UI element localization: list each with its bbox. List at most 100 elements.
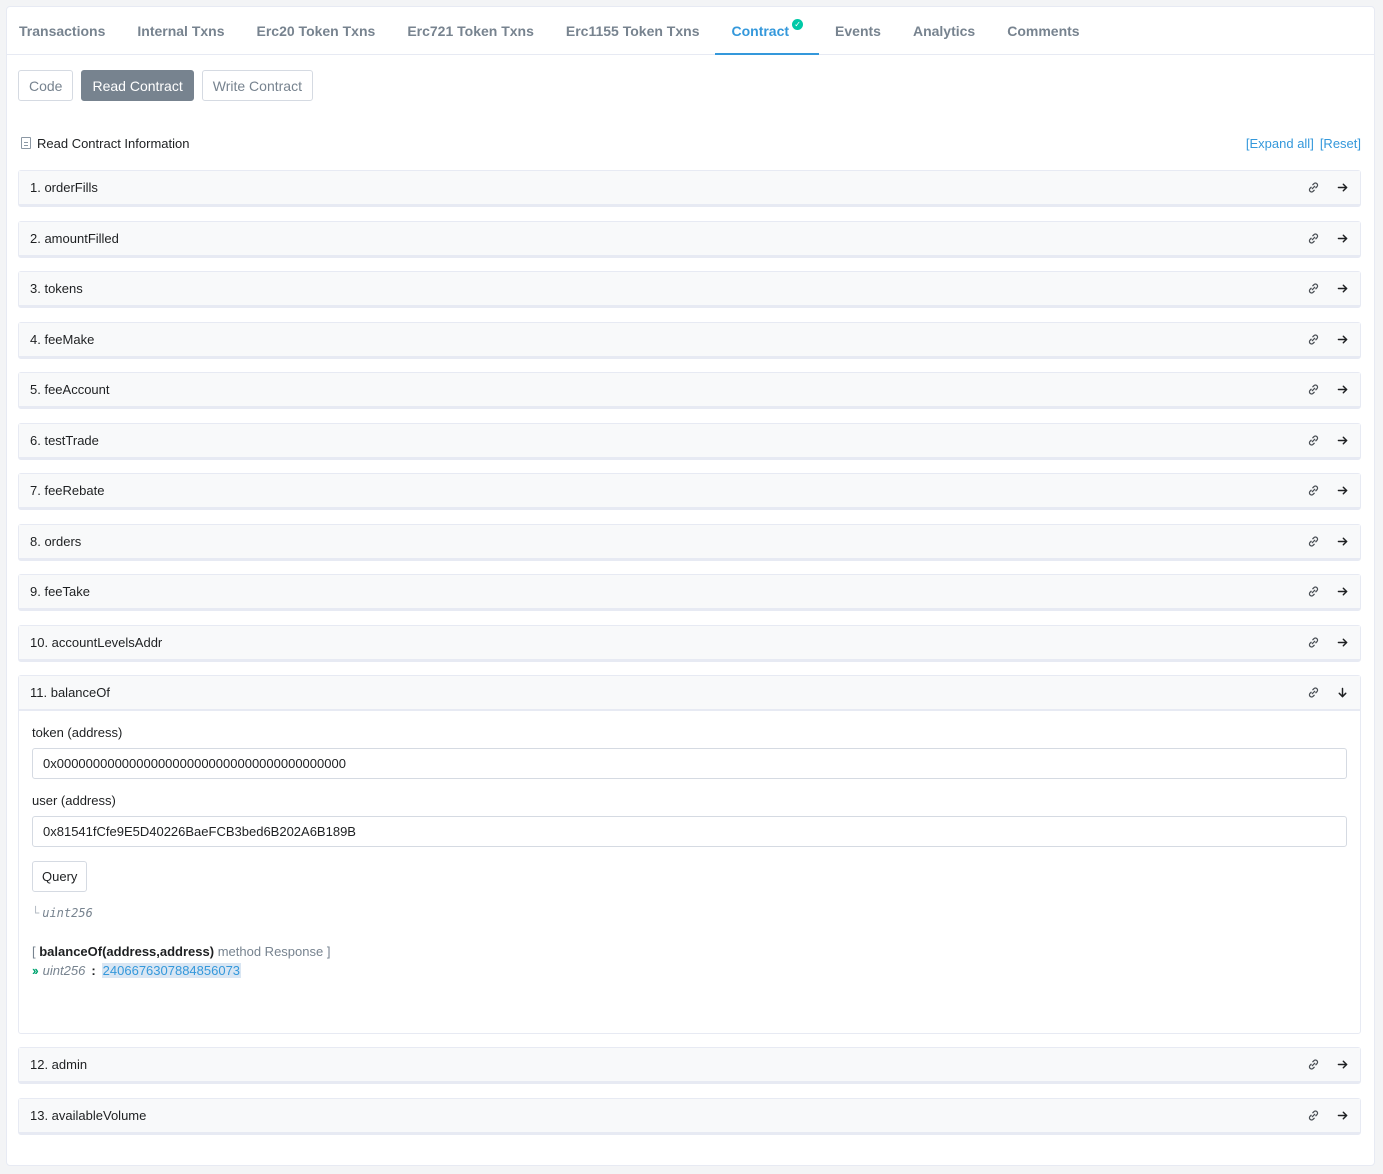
method-header[interactable]: 6. testTrade: [19, 424, 1360, 459]
method-icons: [1307, 232, 1349, 245]
arrow-right-icon[interactable]: [1336, 535, 1349, 548]
tab-transactions[interactable]: Transactions: [7, 7, 121, 54]
arrow-right-icon[interactable]: [1336, 181, 1349, 194]
method-label: 8. orders: [30, 534, 82, 549]
method-item-10: 10. accountLevelsAddr: [18, 625, 1361, 662]
method-icons: [1307, 535, 1349, 548]
tab-erc721-token-txns[interactable]: Erc721 Token Txns: [391, 7, 550, 54]
user-address-label: user (address): [32, 793, 116, 808]
method-icons: [1307, 585, 1349, 598]
method-header[interactable]: 2. amountFilled: [19, 222, 1360, 257]
arrow-right-icon[interactable]: [1336, 333, 1349, 346]
link-icon[interactable]: [1307, 686, 1320, 699]
arrow-right-icon[interactable]: [1336, 1109, 1349, 1122]
method-icons: [1307, 636, 1349, 649]
method-label: 9. feeTake: [30, 584, 90, 599]
expand-all-link[interactable]: [Expand all]: [1246, 136, 1314, 151]
method-icons: [1307, 686, 1349, 699]
method-label: 11. balanceOf: [30, 685, 110, 700]
method-label: 2. amountFilled: [30, 231, 119, 246]
method-header[interactable]: 10. accountLevelsAddr: [19, 626, 1360, 661]
arrow-down-icon[interactable]: [1336, 686, 1349, 699]
read-contract-button[interactable]: Read Contract: [81, 70, 194, 101]
response-value-row: ›› uint256 : 2406676307884856073: [32, 963, 1347, 978]
method-header[interactable]: 13. availableVolume: [19, 1099, 1360, 1134]
tab-label: Analytics: [912, 22, 976, 39]
method-item-5: 5. feeAccount: [18, 372, 1361, 409]
query-button[interactable]: Query: [32, 861, 88, 892]
method-header[interactable]: 5. feeAccount: [19, 373, 1360, 408]
arrow-right-icon[interactable]: [1336, 636, 1349, 649]
method-item-9: 9. feeTake: [18, 574, 1361, 611]
link-icon[interactable]: [1307, 434, 1320, 447]
method-icons: [1307, 383, 1349, 396]
tab-erc20-token-txns[interactable]: Erc20 Token Txns: [241, 7, 392, 54]
write-contract-button[interactable]: Write Contract: [201, 70, 313, 101]
method-label: 13. availableVolume: [30, 1108, 147, 1123]
arrow-right-icon[interactable]: [1336, 383, 1349, 396]
link-icon[interactable]: [1307, 333, 1320, 346]
verified-check-icon: ✓: [792, 19, 804, 30]
method-header[interactable]: 11. balanceOf: [19, 676, 1360, 711]
link-icon[interactable]: [1307, 282, 1320, 295]
info-title: Read Contract Information: [37, 135, 190, 151]
arrow-right-icon[interactable]: [1336, 282, 1349, 295]
method-header[interactable]: 9. feeTake: [19, 575, 1360, 610]
tab-contract[interactable]: Contract ✓: [715, 7, 819, 55]
method-header[interactable]: 1. orderFills: [19, 171, 1360, 206]
contract-subtabs: Code Read Contract Write Contract: [18, 70, 313, 101]
tab-analytics[interactable]: Analytics: [897, 7, 991, 54]
link-icon[interactable]: [1307, 1058, 1320, 1071]
tab-internal-txns[interactable]: Internal Txns: [121, 7, 240, 54]
user-address-input[interactable]: [32, 816, 1347, 847]
method-label: 6. testTrade: [30, 433, 99, 448]
reset-link[interactable]: [Reset]: [1320, 136, 1361, 151]
token-address-input[interactable]: [32, 748, 1347, 779]
arrow-right-icon[interactable]: [1336, 232, 1349, 245]
method-item-12: 12. admin: [18, 1047, 1361, 1084]
response-value: 2406676307884856073: [101, 963, 242, 978]
code-button[interactable]: Code: [18, 70, 74, 101]
link-icon[interactable]: [1307, 636, 1320, 649]
tab-comments[interactable]: Comments: [991, 7, 1095, 54]
method-icons: [1307, 434, 1349, 447]
method-label: 4. feeMake: [30, 332, 95, 347]
tab-label: Comments: [1007, 22, 1080, 39]
link-icon[interactable]: [1307, 484, 1320, 497]
method-label: 3. tokens: [30, 281, 83, 296]
method-header[interactable]: 12. admin: [19, 1048, 1360, 1083]
nav-tabs: Transactions Internal Txns Erc20 Token T…: [7, 7, 1374, 55]
output-type-label: uint256: [42, 906, 93, 920]
arrow-right-icon[interactable]: [1336, 434, 1349, 447]
method-item-balanceof: 11. balanceOf token (address) user (addr…: [18, 675, 1361, 1034]
arrow-right-icon[interactable]: [1336, 484, 1349, 497]
link-icon[interactable]: [1307, 1109, 1320, 1122]
info-title-group: Read Contract Information: [21, 136, 189, 151]
link-icon[interactable]: [1307, 383, 1320, 396]
response-type: uint256: [42, 963, 86, 978]
link-icon[interactable]: [1307, 535, 1320, 548]
method-header[interactable]: 7. feeRebate: [19, 474, 1360, 509]
link-icon[interactable]: [1307, 585, 1320, 598]
arrow-right-icon[interactable]: [1336, 1058, 1349, 1071]
method-header[interactable]: 3. tokens: [19, 272, 1360, 307]
link-icon[interactable]: [1307, 232, 1320, 245]
method-item-13: 13. availableVolume: [18, 1098, 1361, 1135]
method-label: 7. feeRebate: [30, 483, 105, 498]
method-item-7: 7. feeRebate: [18, 473, 1361, 510]
output-type: └ uint256: [32, 906, 1347, 920]
document-icon: [21, 137, 31, 149]
method-header[interactable]: 8. orders: [19, 525, 1360, 560]
link-icon[interactable]: [1307, 181, 1320, 194]
tab-events[interactable]: Events: [819, 7, 897, 54]
tab-label: Contract: [731, 22, 790, 39]
tab-label: Events: [835, 22, 881, 39]
read-contract-info-row: Read Contract Information [Expand all] […: [21, 134, 1361, 152]
method-icons: [1307, 333, 1349, 346]
method-header[interactable]: 4. feeMake: [19, 323, 1360, 358]
method-label: 10. accountLevelsAddr: [30, 635, 163, 650]
method-item-1: 1. orderFills: [18, 170, 1361, 207]
arrow-right-icon[interactable]: [1336, 585, 1349, 598]
tab-erc1155-token-txns[interactable]: Erc1155 Token Txns: [550, 7, 716, 54]
info-actions: [Expand all] [Reset]: [1246, 136, 1361, 151]
